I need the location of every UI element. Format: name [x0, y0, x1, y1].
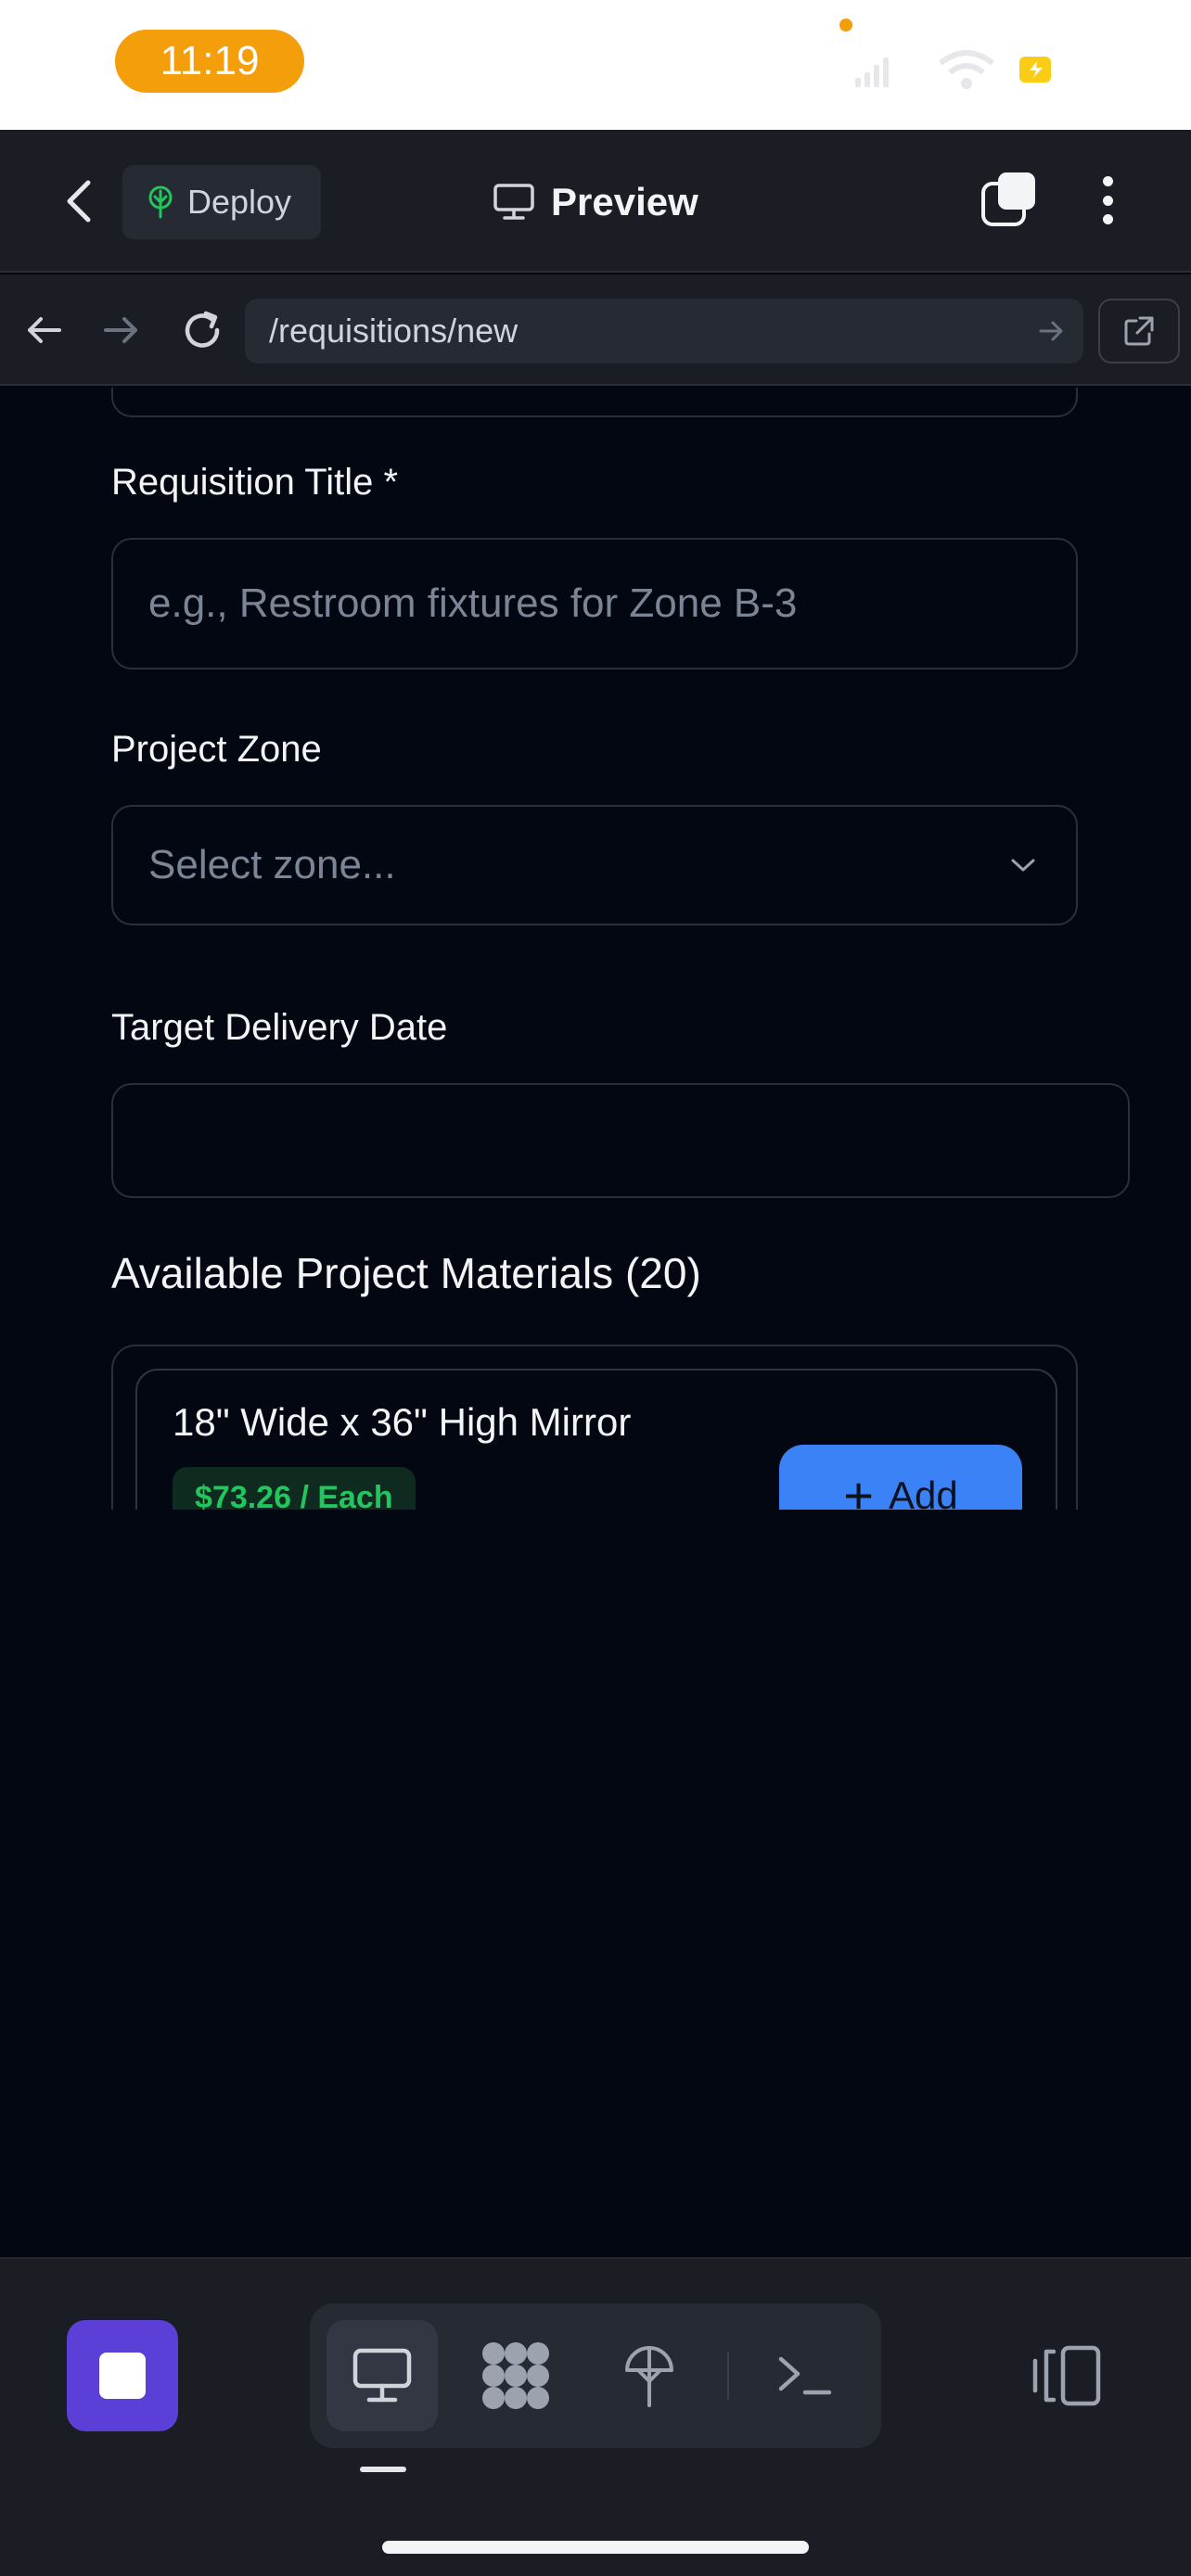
preview-tool-button[interactable]	[327, 2320, 438, 2431]
reload-icon[interactable]	[178, 306, 226, 354]
deploy-button[interactable]: Deploy	[122, 165, 321, 239]
target-delivery-date-label: Target Delivery Date	[111, 1007, 448, 1048]
recording-dot-icon	[839, 19, 852, 32]
materials-list: 18" Wide x 36" High Mirror $73.26 / Each…	[111, 1345, 1078, 1510]
plus-icon: +	[843, 1466, 874, 1511]
material-price-badge: $73.26 / Each	[173, 1467, 416, 1510]
project-zone-value: Select zone...	[148, 842, 396, 887]
requisition-title-placeholder: e.g., Restroom fixtures for Zone B-3	[148, 580, 798, 626]
chevron-left-icon	[67, 180, 91, 223]
material-card: 18" Wide x 36" High Mirror $73.26 / Each…	[135, 1369, 1057, 1510]
deploy-label: Deploy	[187, 183, 292, 221]
panel-toggle-icon[interactable]	[1030, 2339, 1104, 2413]
preview-title: Preview	[493, 176, 698, 228]
monitor-icon	[352, 2348, 412, 2403]
project-zone-label: Project Zone	[111, 729, 322, 770]
status-bar: 11:19	[0, 0, 1191, 130]
requisition-title-input[interactable]: e.g., Restroom fixtures for Zone B-3	[111, 538, 1078, 670]
stop-icon	[99, 2353, 146, 2399]
add-label: Add	[888, 1473, 958, 1510]
home-indicator	[382, 2541, 809, 2554]
page-content: Requisition Title * e.g., Restroom fixtu…	[0, 388, 1191, 1510]
back-button[interactable]	[56, 176, 102, 226]
terminal-tool-button[interactable]	[749, 2320, 861, 2431]
open-external-button[interactable]	[1098, 299, 1180, 363]
wifi-icon	[939, 50, 994, 89]
stop-button[interactable]	[67, 2320, 178, 2431]
arrow-left-icon[interactable]	[24, 310, 65, 351]
previous-field[interactable]	[111, 388, 1078, 417]
tree-icon	[148, 185, 173, 219]
material-name: 18" Wide x 36" High Mirror	[173, 1400, 632, 1444]
url-text: /requisitions/new	[269, 312, 519, 350]
materials-heading: Available Project Materials (20)	[111, 1249, 701, 1297]
add-material-button[interactable]: + Add	[779, 1445, 1022, 1510]
preview-label: Preview	[551, 180, 698, 223]
deploy-tool-button[interactable]	[594, 2320, 705, 2431]
view-switcher	[310, 2303, 881, 2448]
bottom-toolbar	[0, 2257, 1191, 2576]
deploy-icon	[625, 2346, 673, 2407]
workflow-icon	[482, 2342, 549, 2409]
workflow-tool-button[interactable]	[460, 2320, 571, 2431]
status-time: 11:19	[115, 30, 304, 93]
toolbar-divider	[727, 2352, 729, 2400]
arrow-right-icon[interactable]	[100, 310, 141, 351]
monitor-icon	[493, 184, 534, 220]
chevron-down-icon	[1011, 859, 1035, 872]
target-delivery-date-input[interactable]	[111, 1083, 1130, 1198]
more-vertical-icon[interactable]	[1091, 171, 1124, 230]
copy-icon[interactable]	[980, 171, 1039, 230]
requisition-title-label: Requisition Title *	[111, 462, 399, 503]
go-arrow-icon[interactable]	[1037, 317, 1065, 345]
signal-icon	[855, 57, 889, 87]
project-zone-select[interactable]: Select zone...	[111, 805, 1078, 925]
url-input[interactable]: /requisitions/new	[245, 299, 1083, 363]
active-tab-indicator	[360, 2467, 406, 2472]
external-link-icon	[1124, 316, 1154, 346]
battery-icon	[1019, 57, 1051, 83]
terminal-icon	[778, 2356, 832, 2395]
app-header: Deploy Preview	[0, 130, 1191, 273]
browser-nav-bar: /requisitions/new	[0, 274, 1191, 386]
